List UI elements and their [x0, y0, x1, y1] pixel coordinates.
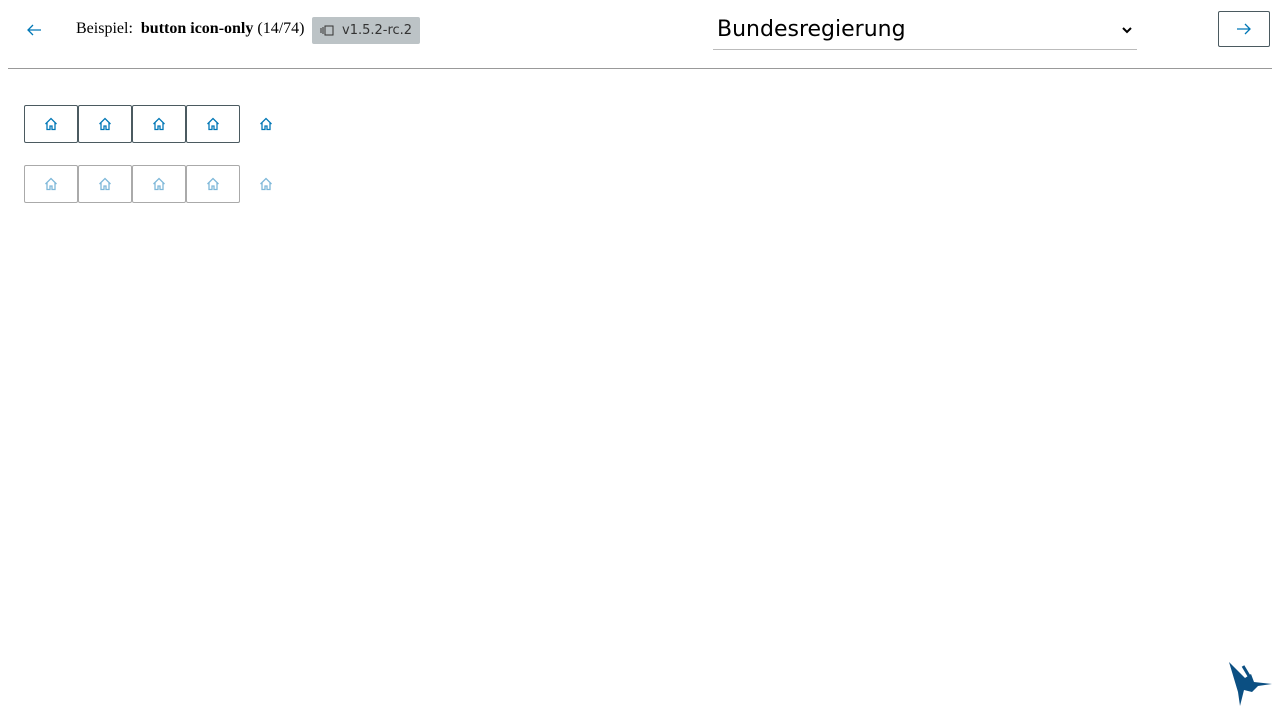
home-icon	[153, 177, 165, 191]
icon-button[interactable]	[78, 105, 132, 143]
component-icon	[320, 25, 334, 36]
home-icon	[207, 177, 219, 191]
next-example-button[interactable]	[1218, 11, 1270, 47]
icon-button-disabled	[24, 165, 78, 203]
icon-button[interactable]	[132, 105, 186, 143]
component-name: button icon-only	[140, 20, 254, 37]
previous-example-button[interactable]	[22, 18, 46, 42]
icon-button[interactable]	[24, 105, 78, 143]
home-icon	[153, 117, 165, 131]
home-icon	[260, 117, 272, 131]
theme-select-value: Bundesregierung	[717, 17, 906, 42]
ghost-icon-button-disabled	[240, 165, 292, 203]
home-icon	[99, 177, 111, 191]
arrow-left-icon	[27, 24, 41, 36]
icon-button-disabled	[186, 165, 240, 203]
example-counter: (14/74)	[257, 20, 305, 37]
version-badge: v1.5.2-rc.2	[312, 17, 421, 44]
icon-button-disabled	[78, 165, 132, 203]
arrow-right-icon	[1237, 23, 1251, 35]
enabled-buttons-row	[24, 105, 292, 143]
version-label: v1.5.2-rc.2	[342, 23, 413, 38]
home-icon	[99, 117, 111, 131]
icon-button-disabled	[132, 165, 186, 203]
icon-button[interactable]	[186, 105, 240, 143]
home-icon	[207, 117, 219, 131]
home-icon	[45, 117, 57, 131]
theme-select[interactable]: Bundesregierung	[713, 10, 1137, 50]
chevron-down-icon	[1122, 26, 1132, 33]
title-prefix: Beispiel:	[76, 20, 133, 37]
example-title: Beispiel: button icon-only (14/74)	[76, 20, 304, 38]
kolibri-logo	[1229, 662, 1272, 706]
header: Beispiel: button icon-only (14/74) v1.5.…	[8, 0, 1272, 69]
home-icon	[45, 177, 57, 191]
ghost-icon-button[interactable]	[240, 105, 292, 143]
disabled-buttons-row	[24, 165, 292, 203]
home-icon	[260, 177, 272, 191]
